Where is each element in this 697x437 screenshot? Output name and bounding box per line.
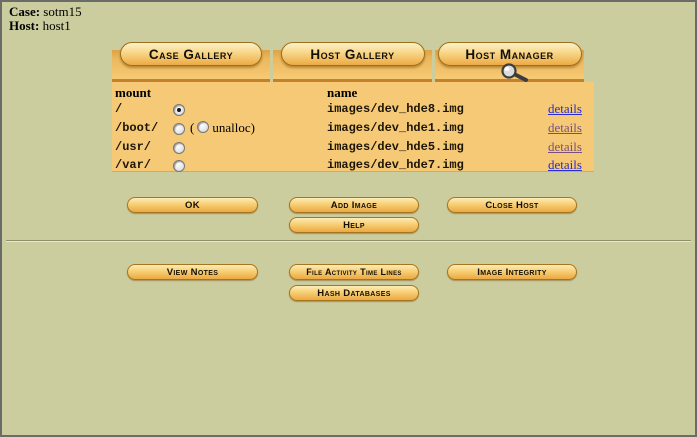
unalloc-group: ( unalloc) xyxy=(190,119,255,137)
table-row: /boot/ ( unalloc) images/dev_hde1.img det… xyxy=(112,119,594,137)
mount-radio[interactable] xyxy=(173,160,185,172)
table-row: /var/ images/dev_hde7.img details xyxy=(112,156,594,174)
table-row: / images/dev_hde8.img details xyxy=(112,100,594,118)
mount-radio[interactable] xyxy=(173,142,185,154)
tab-cell-host-manager: Host Manager xyxy=(435,42,584,82)
unalloc-radio[interactable] xyxy=(197,121,210,133)
ok-button[interactable]: OK xyxy=(127,197,258,213)
mount-path: /boot/ xyxy=(115,121,159,135)
close-host-button[interactable]: Close Host xyxy=(447,197,577,213)
mount-path: /usr/ xyxy=(115,140,152,154)
image-name: images/dev_hde5.img xyxy=(327,140,464,154)
autopsy-host-manager-page: Case: sotm15 Host: host1 Case Gallery Ho… xyxy=(0,0,697,437)
image-name: images/dev_hde7.img xyxy=(327,158,464,172)
details-link[interactable]: details xyxy=(548,119,582,137)
table-row: /usr/ images/dev_hde5.img details xyxy=(112,138,594,156)
details-link[interactable]: details xyxy=(548,100,582,118)
host-label: Host: xyxy=(9,18,40,33)
image-table: mount name / images/dev_hde8.img details… xyxy=(112,82,594,172)
case-line: Case: sotm15 xyxy=(9,5,82,19)
image-name: images/dev_hde1.img xyxy=(327,121,464,135)
help-button[interactable]: Help xyxy=(289,217,419,233)
mount-path: / xyxy=(115,102,123,116)
hash-databases-button[interactable]: Hash Databases xyxy=(289,285,419,301)
case-label: Case: xyxy=(9,4,41,19)
unalloc-label: unalloc) xyxy=(212,120,255,135)
mount-path: /var/ xyxy=(115,158,152,172)
tab-case-gallery[interactable]: Case Gallery xyxy=(120,42,262,66)
magnifier-icon xyxy=(501,63,528,82)
case-value: sotm15 xyxy=(43,4,82,19)
image-integrity-button[interactable]: Image Integrity xyxy=(447,264,577,280)
host-value: host1 xyxy=(42,18,71,33)
tab-cell-host-gallery: Host Gallery xyxy=(273,42,432,82)
details-link[interactable]: details xyxy=(548,156,582,174)
unalloc-paren-open: ( xyxy=(190,120,195,135)
horizontal-divider xyxy=(6,240,691,242)
file-activity-time-lines-button[interactable]: File Activity Time Lines xyxy=(289,264,419,280)
tab-host-gallery[interactable]: Host Gallery xyxy=(280,42,425,66)
view-notes-button[interactable]: View Notes xyxy=(127,264,258,280)
details-link[interactable]: details xyxy=(548,138,582,156)
case-host-header: Case: sotm15 Host: host1 xyxy=(9,5,82,33)
tab-cell-case-gallery: Case Gallery xyxy=(112,42,270,82)
add-image-button[interactable]: Add Image xyxy=(289,197,419,213)
image-name: images/dev_hde8.img xyxy=(327,102,464,116)
host-line: Host: host1 xyxy=(9,19,82,33)
mount-radio[interactable] xyxy=(173,104,185,116)
mount-radio[interactable] xyxy=(173,123,185,135)
